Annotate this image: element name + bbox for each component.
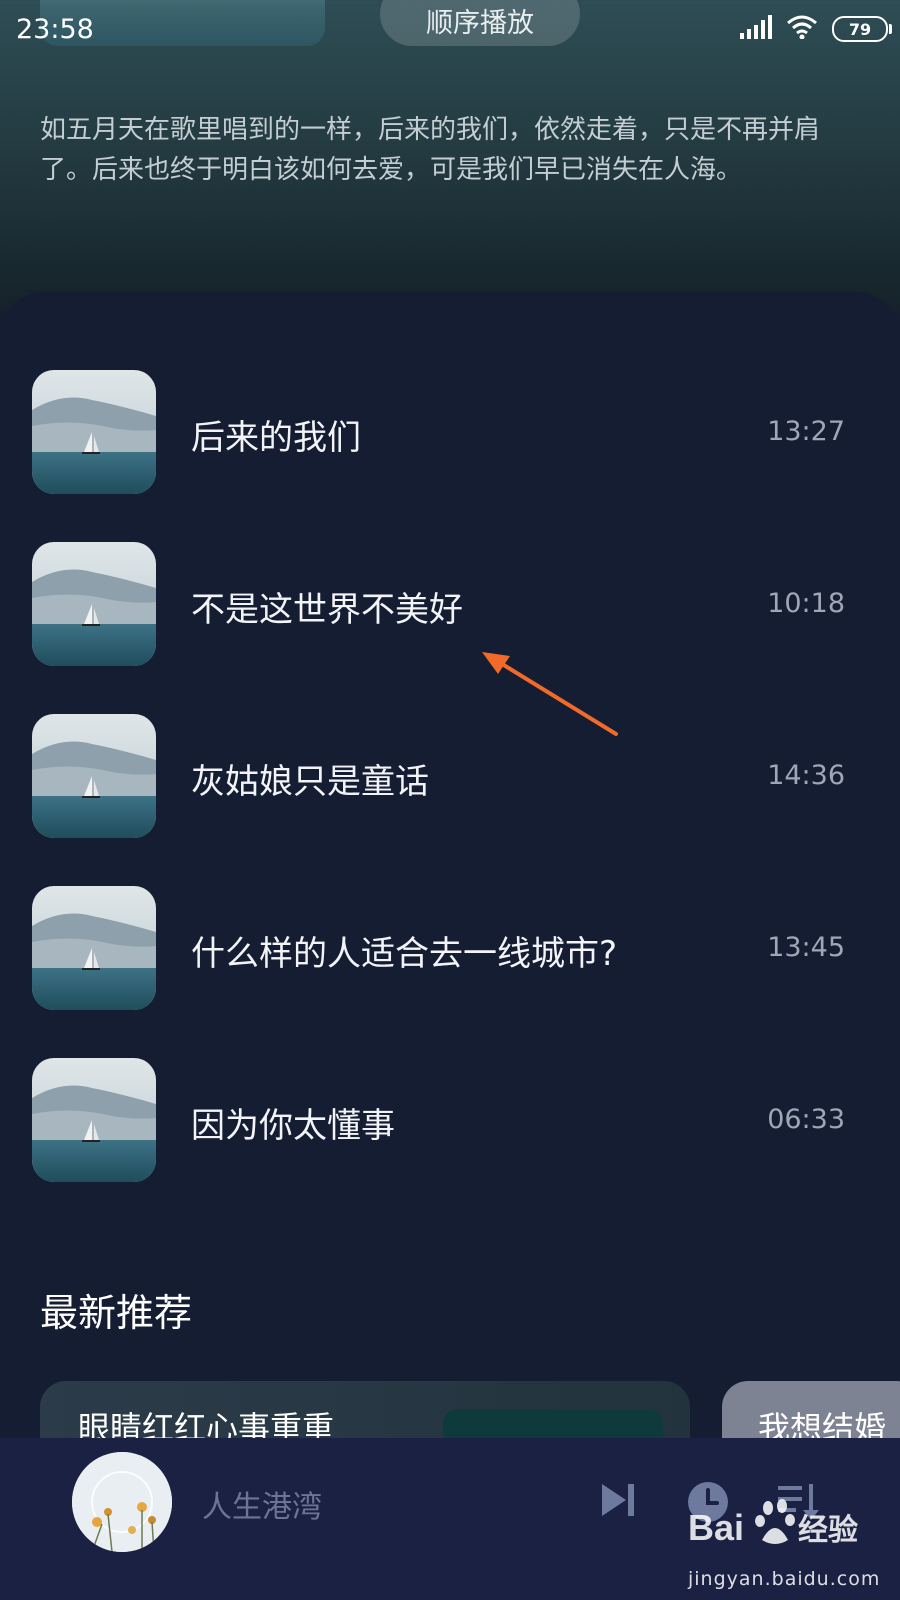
track-title: 因为你太懂事: [191, 1106, 395, 1146]
annotation-arrow-icon: [482, 652, 618, 736]
track-thumbnail: [32, 1058, 156, 1182]
track-duration: 13:27: [767, 416, 845, 447]
track-thumbnail: [32, 886, 156, 1010]
track-item[interactable]: 因为你太懂事 06:33: [0, 1058, 900, 1182]
play-order-button[interactable]: 顺序播放: [380, 0, 580, 46]
track-title: 后来的我们: [191, 418, 361, 458]
svg-text:Bai: Bai: [688, 1507, 744, 1548]
battery-icon: 79: [832, 16, 892, 42]
album-description: 如五月天在歌里唱到的一样，后来的我们，依然走着，只是不再并肩了。后来也终于明白该…: [40, 115, 821, 185]
baidu-paw-logo-icon: Bai 经验: [688, 1499, 858, 1548]
watermark-url: jingyan.baidu.com: [688, 1568, 881, 1590]
next-track-icon[interactable]: [598, 1480, 638, 1524]
status-icons: 79: [740, 14, 892, 44]
track-thumbnail: [32, 370, 156, 494]
recommend-section-title: 最新推荐: [40, 1291, 193, 1335]
track-duration: 06:33: [767, 1104, 845, 1135]
track-item[interactable]: 灰姑娘只是童话 14:36: [0, 714, 900, 838]
baidu-watermark: Bai 经验 jingyan.baidu.com: [688, 1488, 888, 1598]
status-time: 23:58: [16, 14, 94, 45]
track-item[interactable]: 什么样的人适合去一线城市? 13:45: [0, 886, 900, 1010]
battery-level: 79: [848, 19, 872, 39]
signal-icon: [740, 15, 772, 43]
track-item[interactable]: 后来的我们 13:27: [0, 370, 900, 494]
track-title: 什么样的人适合去一线城市?: [191, 934, 618, 974]
wifi-icon: [786, 15, 818, 43]
track-duration: 13:45: [767, 932, 845, 963]
now-playing-title: 人生港湾: [202, 1490, 322, 1525]
track-item[interactable]: 不是这世界不美好 10:18: [0, 542, 900, 666]
track-title: 灰姑娘只是童话: [191, 762, 429, 802]
track-thumbnail: [32, 542, 156, 666]
track-duration: 10:18: [767, 588, 845, 619]
svg-text:经验: 经验: [798, 1513, 858, 1548]
track-thumbnail: [32, 714, 156, 838]
track-title: 不是这世界不美好: [191, 590, 463, 630]
track-duration: 14:36: [767, 760, 845, 791]
status-bar: 顺序播放 23:58 79: [0, 0, 900, 60]
now-playing-cover[interactable]: [72, 1452, 172, 1552]
